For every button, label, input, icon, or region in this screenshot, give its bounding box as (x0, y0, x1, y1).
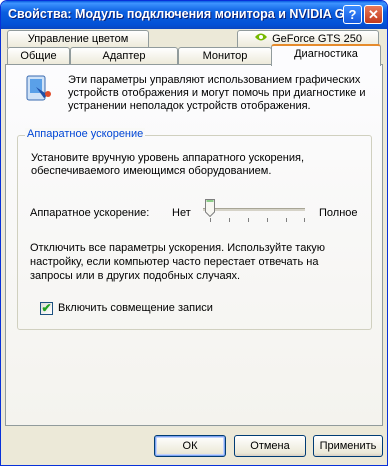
slider-label: Аппаратное ускорение: (30, 207, 150, 219)
properties-dialog: Свойства: Модуль подключения монитора и … (0, 0, 388, 466)
help-button[interactable]: ? (343, 5, 362, 24)
tab-general[interactable]: Общие (7, 47, 70, 65)
tab-label: Адаптер (102, 50, 146, 62)
tab-color-management[interactable]: Управление цветом (7, 30, 149, 48)
close-button[interactable]: ✕ (364, 5, 383, 24)
cancel-button[interactable]: Отмена (234, 435, 306, 457)
slider-thumb[interactable] (205, 199, 215, 218)
ok-button[interactable]: ОК (154, 435, 226, 457)
tab-label: Диагностика (294, 48, 358, 60)
tab-diagnostics[interactable]: Диагностика (271, 44, 381, 66)
tab-adapter[interactable]: Адаптер (70, 47, 178, 65)
write-combining-checkbox[interactable]: ✔ (40, 302, 53, 315)
slider-tick (248, 218, 249, 222)
tab-label: Управление цветом (27, 33, 129, 45)
group-description: Установите вручную уровень аппаратного у… (31, 152, 304, 178)
tab-monitor[interactable]: Монитор (178, 47, 272, 65)
acceleration-note: Отключить все параметры ускорения. Испол… (30, 241, 325, 283)
diagnostics-panel: Эти параметры управляют использованием г… (5, 64, 383, 426)
slider-tick (210, 218, 211, 222)
intro-text: Эти параметры управляют использованием г… (68, 74, 366, 113)
note-line: настройку, если компьютер часто перестае… (30, 256, 319, 268)
title-bar[interactable]: Свойства: Модуль подключения монитора и … (1, 1, 387, 29)
diagnostics-icon (24, 74, 54, 104)
nvidia-icon (254, 31, 268, 47)
note-line: запросы или в других подобных случаях. (30, 270, 241, 282)
slider-min-label: Нет (172, 207, 191, 219)
apply-button[interactable]: Применить (313, 435, 383, 457)
window-title: Свойства: Модуль подключения монитора и … (8, 7, 343, 21)
intro-line: Эти параметры управляют использованием г… (68, 74, 361, 86)
hardware-acceleration-group: Аппаратное ускорение Установите вручную … (17, 128, 372, 330)
description-line: обеспечиваемого имеющимся оборудованием. (31, 165, 272, 177)
slider-tick (286, 218, 287, 222)
slider-track[interactable] (203, 208, 305, 211)
description-line: Установите вручную уровень аппаратного у… (31, 152, 305, 164)
slider-tick (304, 218, 305, 222)
slider-max-label: Полное (319, 207, 358, 219)
checkbox-label[interactable]: Включить совмещение записи (58, 302, 213, 314)
tab-label: Монитор (202, 50, 248, 62)
note-line: Отключить все параметры ускорения. Испол… (30, 242, 326, 254)
tab-label: Общие (20, 50, 57, 62)
slider-tick (267, 218, 268, 222)
group-title: Аппаратное ускорение (25, 128, 146, 140)
intro-line: устранении неполадок устройств отображен… (68, 100, 311, 112)
slider-tick (229, 218, 230, 222)
intro-line: устройств отображения и могут помочь при… (68, 87, 366, 99)
